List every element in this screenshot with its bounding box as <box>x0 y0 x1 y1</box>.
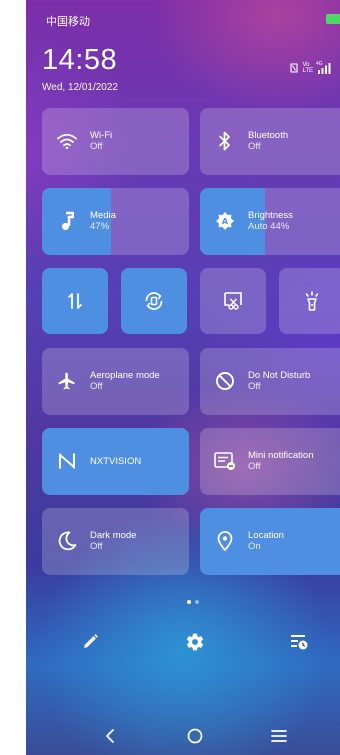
quick-settings-panel: 中国移动 14:58 Wed, 12/01/2022 Vo LTE 4G Wi-… <box>26 0 340 755</box>
svg-text:A: A <box>222 217 229 226</box>
auto-rotate-toggle[interactable] <box>121 268 187 334</box>
mini-notification-title: Mini notification <box>248 450 314 461</box>
data-transfer-icon <box>68 293 82 309</box>
clock: 14:58 <box>42 44 118 76</box>
menu-lines-icon <box>271 730 287 742</box>
nxtvision-icon <box>56 450 78 472</box>
mini-notification-state: Off <box>248 461 261 472</box>
flashlight-toggle[interactable] <box>279 268 340 334</box>
dnd-state: Off <box>248 381 261 392</box>
auto-rotate-icon <box>145 292 163 310</box>
dark-mode-tile[interactable]: Dark mode Off <box>42 508 189 575</box>
flashlight-icon <box>305 291 319 311</box>
pencil-icon <box>84 634 98 648</box>
nfc-icon <box>290 63 298 73</box>
do-not-disturb-icon <box>214 370 236 392</box>
brightness-value: Auto 44% <box>248 221 290 232</box>
mobile-data-toggle[interactable] <box>42 268 108 334</box>
brightness-title: Brightness <box>248 210 293 221</box>
notification-settings-button[interactable] <box>287 630 311 654</box>
signal-icon: 4G <box>316 61 332 74</box>
auto-brightness-icon: A <box>214 210 236 232</box>
settings-button[interactable] <box>183 630 207 654</box>
date: Wed, 12/01/2022 <box>42 82 118 93</box>
screenshot-icon <box>224 292 242 310</box>
dark-mode-state: Off <box>90 541 103 552</box>
airplane-icon <box>56 370 78 392</box>
page-indicator <box>187 600 199 604</box>
bluetooth-icon <box>214 130 236 152</box>
system-status-icons: Vo LTE 4G <box>289 61 332 74</box>
home-circle-icon <box>187 728 203 744</box>
wifi-state: Off <box>90 141 103 152</box>
bluetooth-title: Bluetooth <box>248 130 289 141</box>
status-bar: 中国移动 <box>26 0 340 40</box>
mini-notification-tile[interactable]: Mini notification Off <box>200 428 340 495</box>
nxtvision-title: NXTVISION <box>90 456 142 467</box>
back-button[interactable] <box>98 724 122 748</box>
location-title: Location <box>248 530 284 541</box>
location-state: On <box>248 541 261 552</box>
wifi-tile[interactable]: Wi-Fi Off <box>42 108 189 175</box>
moon-icon <box>56 530 78 552</box>
media-value: 47% <box>90 221 110 232</box>
back-chevron-icon <box>106 729 114 743</box>
volte-icon: Vo LTE <box>302 62 313 74</box>
carrier-name: 中国移动 <box>46 16 90 28</box>
music-note-icon <box>56 210 78 232</box>
aeroplane-title: Aeroplane mode <box>90 370 160 381</box>
wifi-title: Wi-Fi <box>90 130 113 141</box>
recents-button[interactable] <box>267 724 291 748</box>
bluetooth-state: Off <box>248 141 261 152</box>
nxtvision-tile[interactable]: NXTVISION <box>42 428 189 495</box>
media-title: Media <box>90 210 116 221</box>
wifi-icon <box>56 130 78 152</box>
media-volume-slider[interactable]: Media 47% <box>42 188 189 255</box>
page-dot <box>195 600 199 604</box>
location-pin-icon <box>214 530 236 552</box>
mini-notification-icon <box>214 450 236 472</box>
bluetooth-tile[interactable]: Bluetooth Off <box>200 108 340 175</box>
screenshot-toggle[interactable] <box>200 268 266 334</box>
dnd-title: Do Not Disturb <box>248 370 311 381</box>
battery-icon <box>326 14 340 24</box>
location-tile[interactable]: Location On <box>200 508 340 575</box>
dark-mode-title: Dark mode <box>90 530 137 541</box>
page-dot-active <box>187 600 191 604</box>
edit-button[interactable] <box>78 630 102 654</box>
aeroplane-state: Off <box>90 381 103 392</box>
aeroplane-mode-tile[interactable]: Aeroplane mode Off <box>42 348 189 415</box>
home-button[interactable] <box>183 724 207 748</box>
volte-bottom-label: LTE <box>302 68 313 74</box>
gear-icon <box>186 633 204 651</box>
do-not-disturb-tile[interactable]: Do Not Disturb Off <box>200 348 340 415</box>
notification-manager-icon <box>291 635 308 650</box>
brightness-slider[interactable]: A Brightness Auto 44% <box>200 188 340 255</box>
